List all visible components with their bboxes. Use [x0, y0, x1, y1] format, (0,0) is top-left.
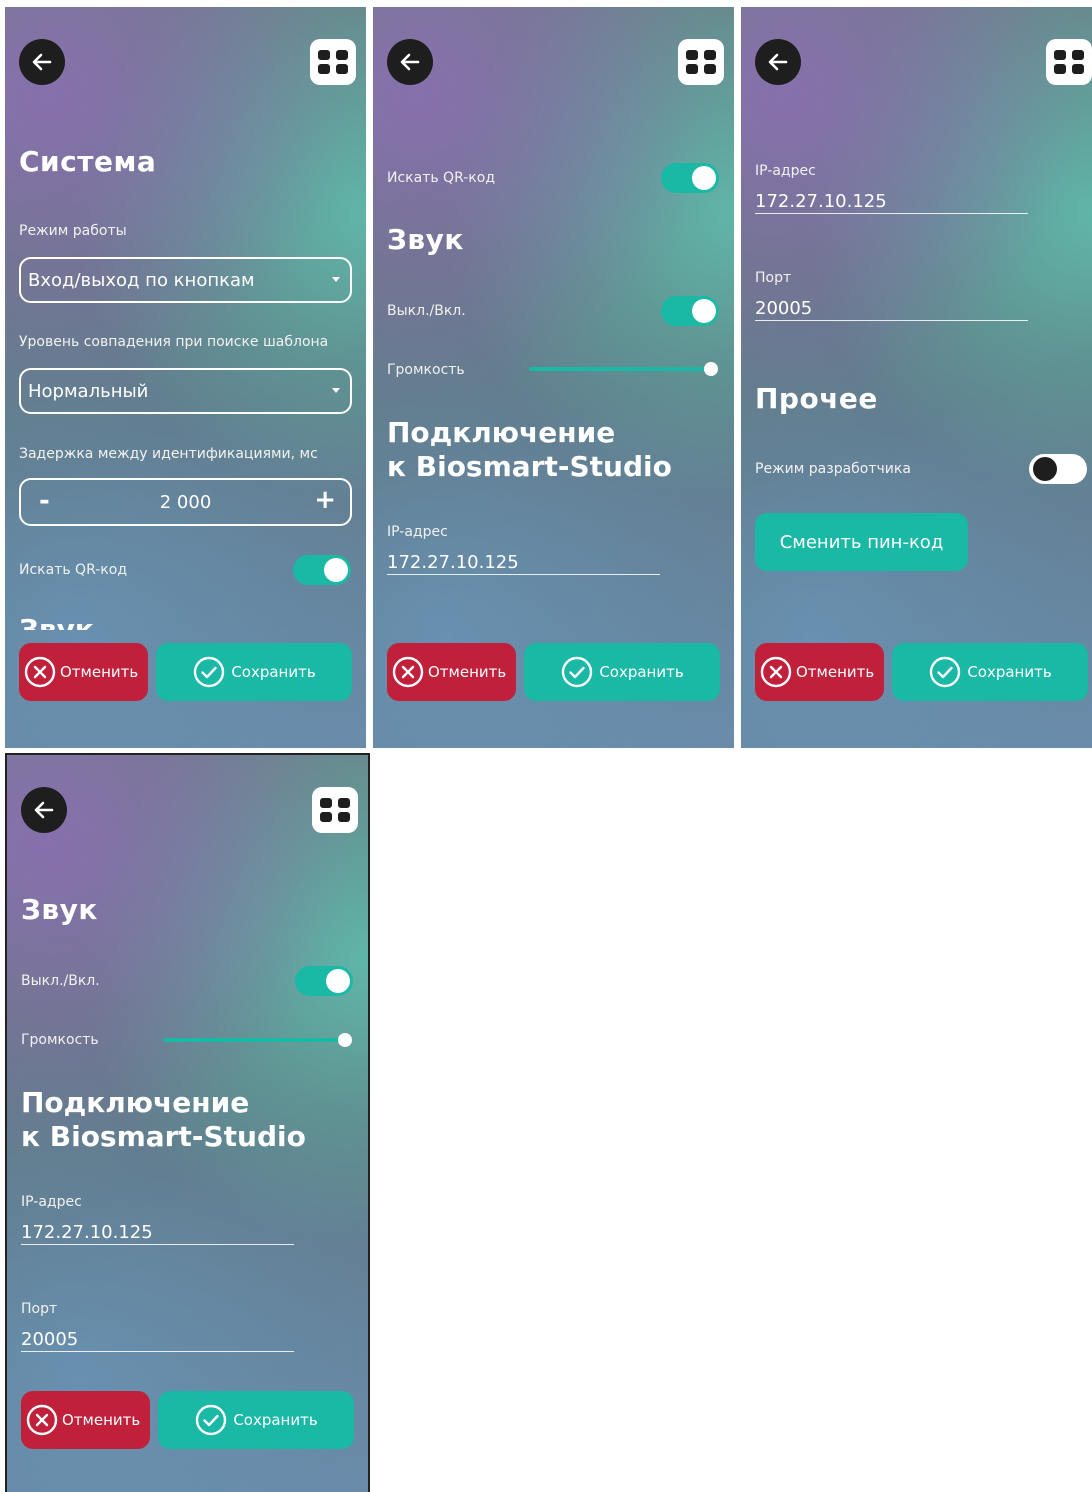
- cancel-button[interactable]: Отменить: [21, 1391, 150, 1449]
- cancel-label: Отменить: [428, 663, 507, 681]
- ip-field-underline: [21, 1244, 294, 1245]
- section-title-sound: Звук: [387, 223, 464, 256]
- ip-label: IP-адрес: [755, 163, 816, 179]
- save-label: Сохранить: [967, 663, 1052, 681]
- volume-label: Громкость: [21, 1032, 99, 1048]
- cancel-label: Отменить: [62, 1411, 141, 1429]
- section-title-sound: Звук: [21, 893, 98, 926]
- delay-value[interactable]: 2 000: [21, 492, 350, 513]
- qr-label: Искать QR-код: [387, 170, 495, 186]
- match-level-value: Нормальный: [28, 380, 149, 402]
- port-field-underline: [21, 1351, 294, 1352]
- grid-menu-button[interactable]: [312, 787, 358, 833]
- increment-button[interactable]: +: [314, 485, 336, 515]
- ip-field-underline: [387, 574, 660, 575]
- match-level-select[interactable]: Нормальный: [19, 368, 352, 414]
- qr-label: Искать QR-код: [19, 562, 127, 578]
- grid-menu-icon: [320, 798, 332, 808]
- chevron-down-icon: [332, 388, 340, 393]
- ip-label: IP-адрес: [387, 524, 448, 540]
- settings-screen-sound: Искать QR-код Звук Выкл./Вкл. Громкость …: [373, 7, 734, 748]
- cancel-button[interactable]: Отменить: [19, 643, 148, 701]
- section-title-connection: Подключение к Biosmart-Studio: [387, 416, 672, 484]
- ip-field-underline: [755, 213, 1028, 214]
- sound-toggle[interactable]: [661, 296, 719, 326]
- sound-toggle[interactable]: [295, 966, 353, 996]
- match-level-label: Уровень совпадения при поиске шаблона: [19, 334, 329, 350]
- port-field[interactable]: 20005: [755, 298, 812, 319]
- volume-slider-knob[interactable]: [704, 362, 718, 376]
- ip-field[interactable]: 172.27.10.125: [387, 552, 519, 573]
- back-button[interactable]: [755, 39, 801, 85]
- check-circle-icon: [930, 656, 961, 688]
- save-button[interactable]: Сохранить: [892, 643, 1088, 701]
- qr-toggle[interactable]: [661, 163, 719, 193]
- arrow-left-icon: [34, 801, 54, 819]
- port-field-underline: [755, 320, 1028, 321]
- ip-field[interactable]: 172.27.10.125: [755, 191, 887, 212]
- port-label: Порт: [21, 1301, 58, 1317]
- grid-menu-button[interactable]: [678, 39, 724, 85]
- check-circle-icon: [194, 656, 225, 688]
- grid-menu-button[interactable]: [1046, 39, 1092, 85]
- close-circle-icon: [760, 656, 792, 688]
- delay-stepper: - 2 000 +: [19, 478, 352, 526]
- cancel-button[interactable]: Отменить: [387, 643, 516, 701]
- ip-label: IP-адрес: [21, 1194, 82, 1210]
- check-circle-icon: [196, 1404, 227, 1436]
- volume-label: Громкость: [387, 362, 465, 378]
- dev-mode-toggle[interactable]: [1029, 454, 1087, 484]
- dev-mode-label: Режим разработчика: [755, 461, 911, 477]
- cancel-label: Отменить: [796, 663, 875, 681]
- save-label: Сохранить: [599, 663, 684, 681]
- delay-label: Задержка между идентификациями, мс: [19, 446, 318, 462]
- section-title-other: Прочее: [755, 382, 878, 415]
- grid-menu-icon: [1054, 50, 1066, 60]
- section-title-connection: Подключение к Biosmart-Studio: [21, 1086, 306, 1154]
- volume-slider[interactable]: [163, 1033, 352, 1047]
- connection-title-line1: Подключение: [387, 416, 616, 449]
- section-title-sound-clipped: Звук: [19, 616, 94, 630]
- save-button[interactable]: Сохранить: [156, 643, 352, 701]
- grid-menu-icon: [318, 50, 330, 60]
- save-label: Сохранить: [231, 663, 316, 681]
- cancel-button[interactable]: Отменить: [755, 643, 884, 701]
- save-button[interactable]: Сохранить: [158, 1391, 354, 1449]
- port-field[interactable]: 20005: [21, 1329, 78, 1350]
- connection-title-line2: к Biosmart-Studio: [21, 1120, 306, 1153]
- section-title-system: Система: [19, 145, 157, 178]
- connection-title-line1: Подключение: [21, 1086, 250, 1119]
- check-circle-icon: [562, 656, 593, 688]
- chevron-down-icon: [332, 277, 340, 282]
- close-circle-icon: [392, 656, 424, 688]
- sound-toggle-label: Выкл./Вкл.: [21, 973, 100, 989]
- ip-field[interactable]: 172.27.10.125: [21, 1222, 153, 1243]
- back-button[interactable]: [387, 39, 433, 85]
- mode-select-value: Вход/выход по кнопкам: [28, 269, 255, 291]
- cancel-label: Отменить: [60, 663, 139, 681]
- back-button[interactable]: [21, 787, 67, 833]
- grid-menu-button[interactable]: [310, 39, 356, 85]
- save-button[interactable]: Сохранить: [524, 643, 720, 701]
- volume-slider[interactable]: [529, 362, 718, 376]
- connection-title-line2: к Biosmart-Studio: [387, 450, 672, 483]
- settings-screen-system: Система Режим работы Вход/выход по кнопк…: [5, 7, 366, 748]
- change-pin-button[interactable]: Сменить пин-код: [755, 513, 968, 571]
- arrow-left-icon: [400, 53, 420, 71]
- mode-label: Режим работы: [19, 223, 127, 239]
- back-button[interactable]: [19, 39, 65, 85]
- port-label: Порт: [755, 270, 792, 286]
- settings-screen-other: IP-адрес 172.27.10.125 Порт 20005 Прочее…: [741, 7, 1092, 748]
- close-circle-icon: [24, 656, 56, 688]
- arrow-left-icon: [768, 53, 788, 71]
- save-label: Сохранить: [233, 1411, 318, 1429]
- settings-screen-connection: Звук Выкл./Вкл. Громкость Подключение к …: [7, 755, 368, 1492]
- grid-menu-icon: [686, 50, 698, 60]
- close-circle-icon: [26, 1404, 58, 1436]
- qr-toggle[interactable]: [293, 555, 351, 585]
- volume-slider-knob[interactable]: [338, 1033, 352, 1047]
- arrow-left-icon: [32, 53, 52, 71]
- mode-select[interactable]: Вход/выход по кнопкам: [19, 257, 352, 303]
- sound-toggle-label: Выкл./Вкл.: [387, 303, 466, 319]
